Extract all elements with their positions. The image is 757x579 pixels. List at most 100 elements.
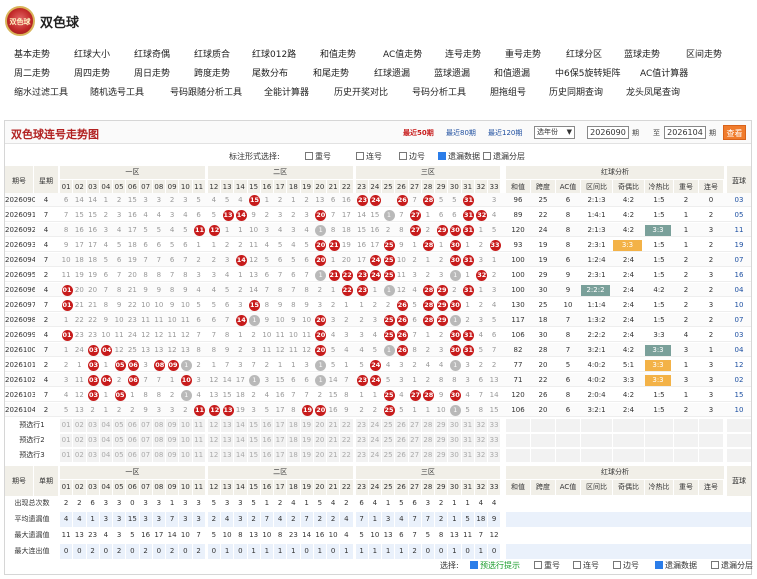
preselect-num-19: 19 [300,434,313,447]
miss-cell: 12 [275,346,285,354]
analysis-cell: 2:4 [622,406,635,414]
nav-link-row2-10[interactable]: AC值计算器 [640,66,688,79]
blue-cell: 07 [734,316,744,324]
stat-value: 3 [234,496,247,511]
miss-cell: 11 [262,346,272,354]
footer-option-4[interactable]: 遗漏数据 [655,560,697,571]
range-50[interactable]: 最近50期 [403,128,434,138]
nav-link-row1-4[interactable]: 红球012路 [252,47,296,60]
checkbox-icon[interactable] [399,152,407,160]
nav-link-row2-8[interactable]: 和值遗漏 [494,66,530,79]
checkbox-icon[interactable] [534,561,542,569]
nav-link-row1-1[interactable]: 红球大小 [74,47,110,60]
checkbox-icon[interactable] [438,152,446,160]
checkbox-icon[interactable] [613,561,621,569]
nav-link-row2-4[interactable]: 尾数分布 [252,66,288,79]
option-1[interactable]: 连号 [356,151,382,162]
option-3[interactable]: 遗漏数据 [438,151,480,162]
footer-option-1[interactable]: 重号 [534,560,560,571]
red-ball: 27 [410,210,421,221]
stat-value: 2 [73,496,86,511]
checkbox-icon[interactable] [573,561,581,569]
nav-link-row3-6[interactable]: 胆拖组号 [490,85,526,98]
nav-link-row3-5[interactable]: 号码分析工具 [412,85,466,98]
analysis-cell: 9 [565,286,571,294]
footer-option-3[interactable]: 边号 [613,560,639,571]
analysis-cell: 25 [538,301,548,309]
red-ball: 31 [463,285,474,296]
nav-link-row3-3[interactable]: 全能计算器 [264,85,309,98]
checkbox-icon[interactable] [305,152,313,160]
nav-link-row2-2[interactable]: 周日走势 [134,66,170,79]
checkbox-icon[interactable] [470,561,478,569]
nav-link-row3-4[interactable]: 历史开奖对比 [334,85,388,98]
checkbox-icon[interactable] [711,561,719,569]
week-cell: 4 [43,241,49,249]
period-cell: 2026090 [5,196,35,204]
option-4[interactable]: 遗漏分层 [483,151,525,162]
miss-cell: 4 [238,196,243,204]
red-ball: 30 [449,345,461,356]
nav-link-row1-8[interactable]: 重号走势 [505,47,541,60]
miss-cell: 14 [328,376,338,384]
nav-link-row1-7[interactable]: 连号走势 [445,47,481,60]
option-0[interactable]: 重号 [305,151,331,162]
preselect-num-19: 19 [300,449,313,462]
nav-link-row2-6[interactable]: 红球遗漏 [374,66,410,79]
checkbox-icon[interactable] [483,152,491,160]
nav-link-row3-8[interactable]: 龙头凤尾查询 [626,85,680,98]
analysis-cell: 2:4 [622,286,635,294]
checkbox-icon[interactable] [655,561,663,569]
head-blue: 蓝球 [727,466,751,496]
period-cell: 2026096 [5,286,35,294]
miss-cell: 5 [277,241,283,249]
stat-value: 23 [287,528,300,543]
nav-link-row1-11[interactable]: 区间走势 [686,47,722,60]
analysis-cell: 2:4 [622,271,635,279]
miss-cell: 3 [330,316,336,324]
nav-link-row2-0[interactable]: 周二走势 [14,66,50,79]
red-ball: 30 [449,390,461,401]
year-select[interactable]: 选年份 ▼ [534,126,575,139]
nav-link-row2-7[interactable]: 蓝球遗漏 [434,66,470,79]
option-2[interactable]: 边号 [399,151,425,162]
nav-link-row1-5[interactable]: 和值走势 [320,47,356,60]
miss-cell: 25 [127,346,137,354]
analysis-cell: 2:3:1 [587,271,606,279]
miss-cell: 9 [103,316,109,324]
nav-link-row1-9[interactable]: 红球分区 [566,47,602,60]
query-button[interactable]: 查看 [723,125,746,140]
nav-link-row3-7[interactable]: 历史同期查询 [549,85,603,98]
nav-link-row1-6[interactable]: AC值走势 [383,47,422,60]
nav-link-row3-0[interactable]: 缩水过滤工具 [14,85,68,98]
from-period-input[interactable]: 2026090 [587,126,629,139]
to-period-input[interactable]: 2026104 [664,126,706,139]
nav-link-row1-0[interactable]: 基本走势 [14,47,50,60]
nav-link-row2-1[interactable]: 周四走势 [74,66,110,79]
red-ball: 22 [341,285,353,296]
week-cell: 4 [43,331,49,339]
checkbox-icon[interactable] [356,152,364,160]
nav-link-row2-5[interactable]: 和尾走势 [313,66,349,79]
period-cell: 2026099 [5,331,35,339]
nav-link-row3-2[interactable]: 号码跟随分析工具 [170,85,242,98]
nav-link-row2-9[interactable]: 中6保5旋转矩阵 [555,66,620,79]
nav-link-row3-1[interactable]: 随机选号工具 [90,85,144,98]
range-80[interactable]: 最近80期 [446,128,476,138]
miss-cell: 12 [396,286,406,294]
nav-link-row2-3[interactable]: 跨度走势 [194,66,230,79]
footer-option-2[interactable]: 连号 [573,560,599,571]
preselect-num-4: 04 [99,419,112,432]
head-num-6: 06 [126,480,139,495]
footer-option-5[interactable]: 遗漏分层 [711,560,753,571]
footer-option-0[interactable]: 预选行提示 [470,560,520,571]
miss-cell: 4 [478,331,484,339]
nav-link-row1-3[interactable]: 红球质合 [194,47,230,60]
miss-cell: 6 [478,376,484,384]
miss-cell: 8 [304,286,309,294]
nav-link-row1-2[interactable]: 红球奇偶 [134,47,170,60]
miss-cell: 10 [141,301,151,309]
range-120[interactable]: 最近120期 [488,128,522,138]
nav-link-row1-10[interactable]: 蓝球走势 [624,47,660,60]
stat-value: 8 [234,528,247,543]
